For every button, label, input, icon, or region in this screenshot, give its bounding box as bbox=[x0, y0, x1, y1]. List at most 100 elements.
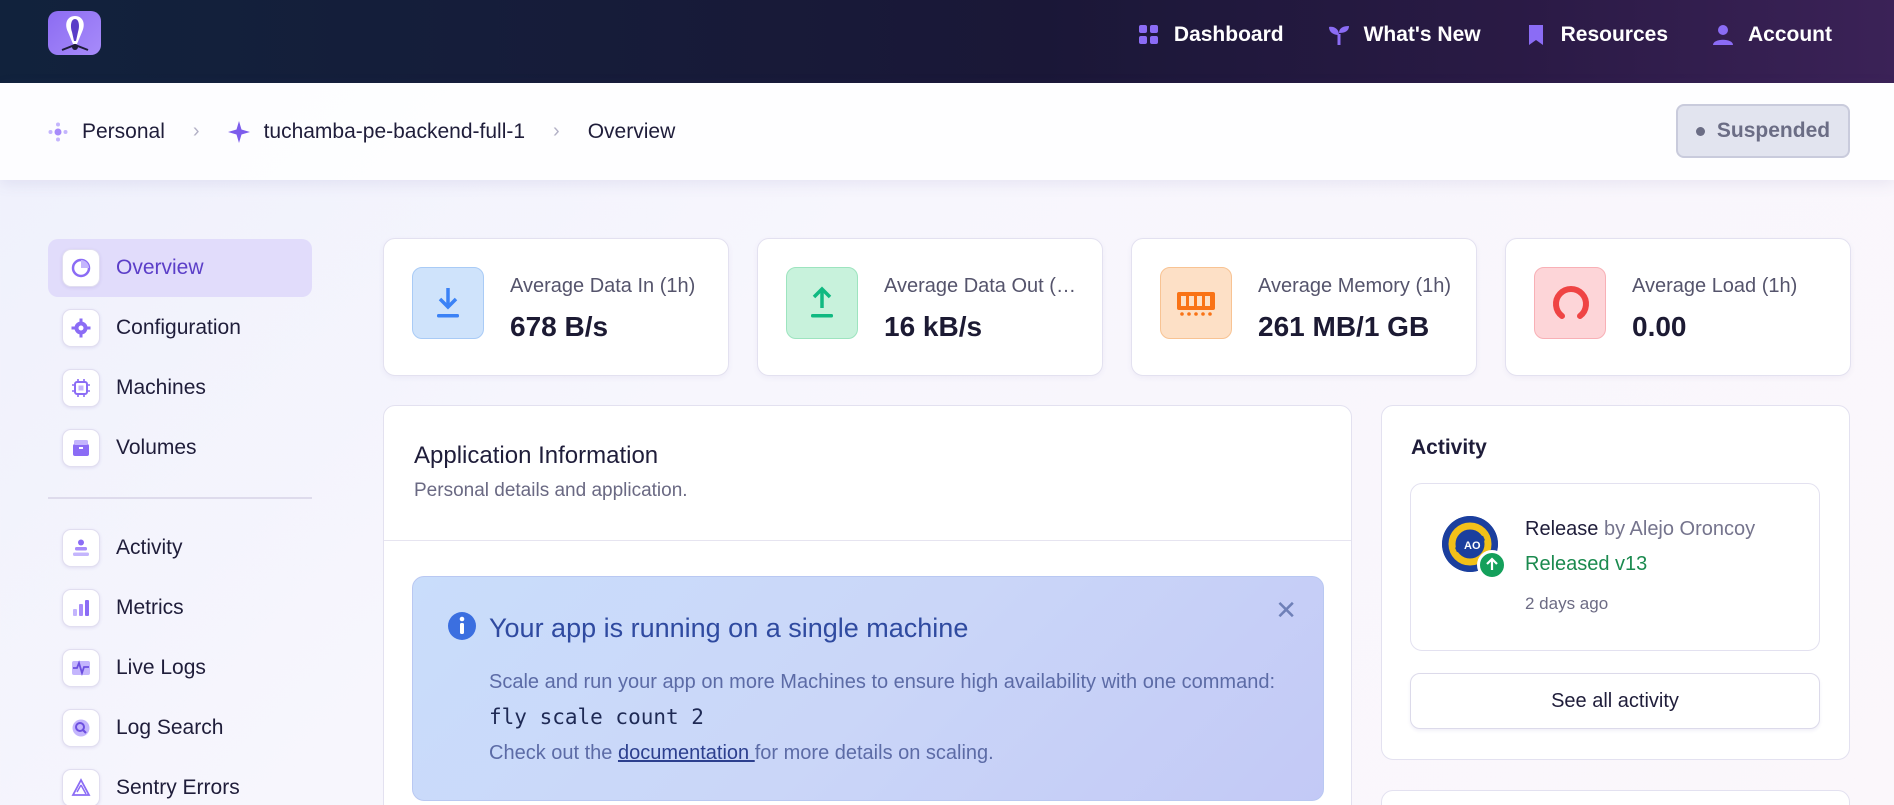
alert-text: Check out the bbox=[489, 742, 618, 764]
breadcrumb: Personal › tuchamba-pe-backend-full-1 › … bbox=[48, 83, 675, 180]
breadcrumb-personal-label: Personal bbox=[82, 119, 165, 143]
balloon-logo-icon bbox=[61, 16, 88, 51]
nav-whats-new-label: What's New bbox=[1363, 22, 1481, 46]
stat-label: Average Data Out (1h) bbox=[884, 275, 1084, 297]
breadcrumb-personal[interactable]: Personal bbox=[48, 120, 165, 144]
top-navbar: Dashboard What's New Resources Account bbox=[0, 0, 1894, 83]
sidebar-item-metrics[interactable]: Metrics bbox=[48, 579, 312, 637]
breadcrumb-bar: Personal › tuchamba-pe-backend-full-1 › … bbox=[0, 83, 1894, 180]
memory-icon bbox=[1160, 267, 1232, 339]
stat-card-load: Average Load (1h) 0.00 bbox=[1505, 238, 1851, 376]
stat-card-data-in: Average Data In (1h) 678 B/s bbox=[383, 238, 729, 376]
alert-body: Scale and run your app on more Machines … bbox=[489, 665, 1279, 771]
activity-heading: Release by Alejo Oroncoy bbox=[1525, 518, 1755, 541]
stat-value: 16 kB/s bbox=[884, 311, 983, 342]
documentation-link[interactable]: documentation bbox=[618, 742, 755, 764]
sidebar-item-label: Metrics bbox=[116, 596, 184, 619]
pulse-icon bbox=[62, 649, 100, 687]
activity-author: by Alejo Oroncoy bbox=[1603, 518, 1756, 540]
sidebar-item-volumes[interactable]: Volumes bbox=[48, 419, 312, 477]
sidebar-item-log-search[interactable]: Log Search bbox=[48, 699, 312, 757]
overview-icon bbox=[62, 249, 100, 287]
search-icon bbox=[62, 709, 100, 747]
sentry-icon bbox=[62, 769, 100, 805]
stat-label: Average Memory (1h) bbox=[1258, 275, 1452, 297]
info-icon bbox=[448, 612, 476, 640]
box-icon bbox=[62, 429, 100, 467]
see-all-activity-button[interactable]: See all activity bbox=[1410, 673, 1820, 729]
nav-whats-new[interactable]: What's New bbox=[1328, 23, 1481, 47]
chevron-right-icon: › bbox=[192, 120, 200, 142]
logo[interactable] bbox=[48, 11, 101, 55]
stat-card-data-out: Average Data Out (1h) 16 kB/s bbox=[757, 238, 1103, 376]
breadcrumb-overview-label: Overview bbox=[587, 119, 676, 143]
nav-dashboard[interactable]: Dashboard bbox=[1138, 23, 1284, 47]
chip-icon bbox=[62, 369, 100, 407]
stat-label: Average Data In (1h) bbox=[510, 275, 696, 297]
sidebar-item-activity[interactable]: Activity bbox=[48, 519, 312, 577]
breadcrumb-overview: Overview bbox=[588, 120, 676, 144]
status-label: Suspended bbox=[1716, 119, 1831, 142]
gear-icon bbox=[62, 309, 100, 347]
gauge-icon bbox=[1534, 267, 1606, 339]
nav-dashboard-label: Dashboard bbox=[1173, 22, 1284, 46]
stat-value: 261 MB/1 GB bbox=[1258, 311, 1430, 342]
sidebar-divider bbox=[48, 497, 312, 499]
download-icon bbox=[412, 267, 484, 339]
grid-icon bbox=[1138, 24, 1158, 44]
activity-kind: Release bbox=[1525, 518, 1599, 540]
stat-card-memory: Average Memory (1h) 261 MB/1 GB bbox=[1131, 238, 1477, 376]
close-icon[interactable]: ✕ bbox=[1275, 595, 1297, 626]
stat-label: Average Load (1h) bbox=[1632, 275, 1798, 297]
breadcrumb-app[interactable]: tuchamba-pe-backend-full-1 bbox=[227, 119, 526, 144]
single-machine-alert: Your app is running on a single machine … bbox=[412, 576, 1324, 801]
sidebar-item-label: Machines bbox=[116, 376, 206, 399]
card-title: Activity bbox=[1411, 436, 1487, 459]
card-title: Application Information bbox=[414, 442, 659, 469]
alert-text: Scale and run your app on more Machines … bbox=[489, 671, 1275, 693]
primary-nav: Dashboard What's New Resources Account bbox=[1138, 0, 1832, 69]
divider bbox=[384, 540, 1351, 541]
alert-text: for more details on scaling. bbox=[754, 742, 994, 764]
alert-title: Your app is running on a single machine bbox=[489, 613, 969, 643]
sidebar-item-label: Live Logs bbox=[116, 656, 206, 679]
activity-item[interactable]: AO Release by Alejo Oroncoy Released v13… bbox=[1410, 483, 1820, 651]
sidebar-item-configuration[interactable]: Configuration bbox=[48, 299, 312, 357]
arrow-up-icon bbox=[1477, 550, 1507, 580]
activity-time: 2 days ago bbox=[1525, 594, 1609, 613]
stat-value: 0.00 bbox=[1632, 311, 1687, 342]
nav-account-label: Account bbox=[1748, 22, 1832, 46]
sparkle-icon bbox=[227, 120, 250, 143]
org-dots-icon bbox=[48, 122, 68, 141]
bar-chart-icon bbox=[62, 589, 100, 627]
stack-icon bbox=[62, 529, 100, 567]
activity-status: Released v13 bbox=[1525, 553, 1648, 575]
sidebar-item-label: Configuration bbox=[116, 316, 241, 339]
sidebar-item-overview[interactable]: Overview bbox=[48, 239, 312, 297]
stat-value: 678 B/s bbox=[510, 311, 609, 342]
sidebar-item-label: Overview bbox=[116, 256, 204, 279]
card-subtitle: Personal details and application. bbox=[414, 480, 688, 501]
sidebar-item-label: Log Search bbox=[116, 716, 224, 739]
command-snippet: fly scale count 2 bbox=[489, 705, 704, 729]
sidebar-item-machines[interactable]: Machines bbox=[48, 359, 312, 417]
sidebar-item-label: Volumes bbox=[116, 436, 197, 459]
nav-resources-label: Resources bbox=[1560, 22, 1668, 46]
chevron-right-icon: › bbox=[553, 120, 560, 142]
sidebar-item-label: Sentry Errors bbox=[116, 776, 240, 799]
status-dot-icon bbox=[1695, 126, 1705, 136]
sprout-icon bbox=[1328, 25, 1349, 45]
application-info-card: Application Information Personal details… bbox=[383, 405, 1352, 805]
nav-account[interactable]: Account bbox=[1712, 23, 1832, 47]
upload-icon bbox=[786, 267, 858, 339]
bookmark-icon bbox=[1528, 24, 1543, 45]
breadcrumb-app-label: tuchamba-pe-backend-full-1 bbox=[263, 119, 526, 143]
status-badge: Suspended bbox=[1676, 104, 1850, 158]
sidebar-item-sentry-errors[interactable]: Sentry Errors bbox=[48, 759, 312, 805]
sidebar: Overview Configuration Machines Volumes … bbox=[48, 239, 312, 805]
sidebar-item-label: Activity bbox=[116, 536, 183, 559]
activity-card: Activity AO Release by Alejo Oroncoy Rel… bbox=[1381, 405, 1850, 760]
user-icon bbox=[1713, 24, 1733, 45]
sidebar-item-live-logs[interactable]: Live Logs bbox=[48, 639, 312, 697]
nav-resources[interactable]: Resources bbox=[1525, 23, 1668, 47]
